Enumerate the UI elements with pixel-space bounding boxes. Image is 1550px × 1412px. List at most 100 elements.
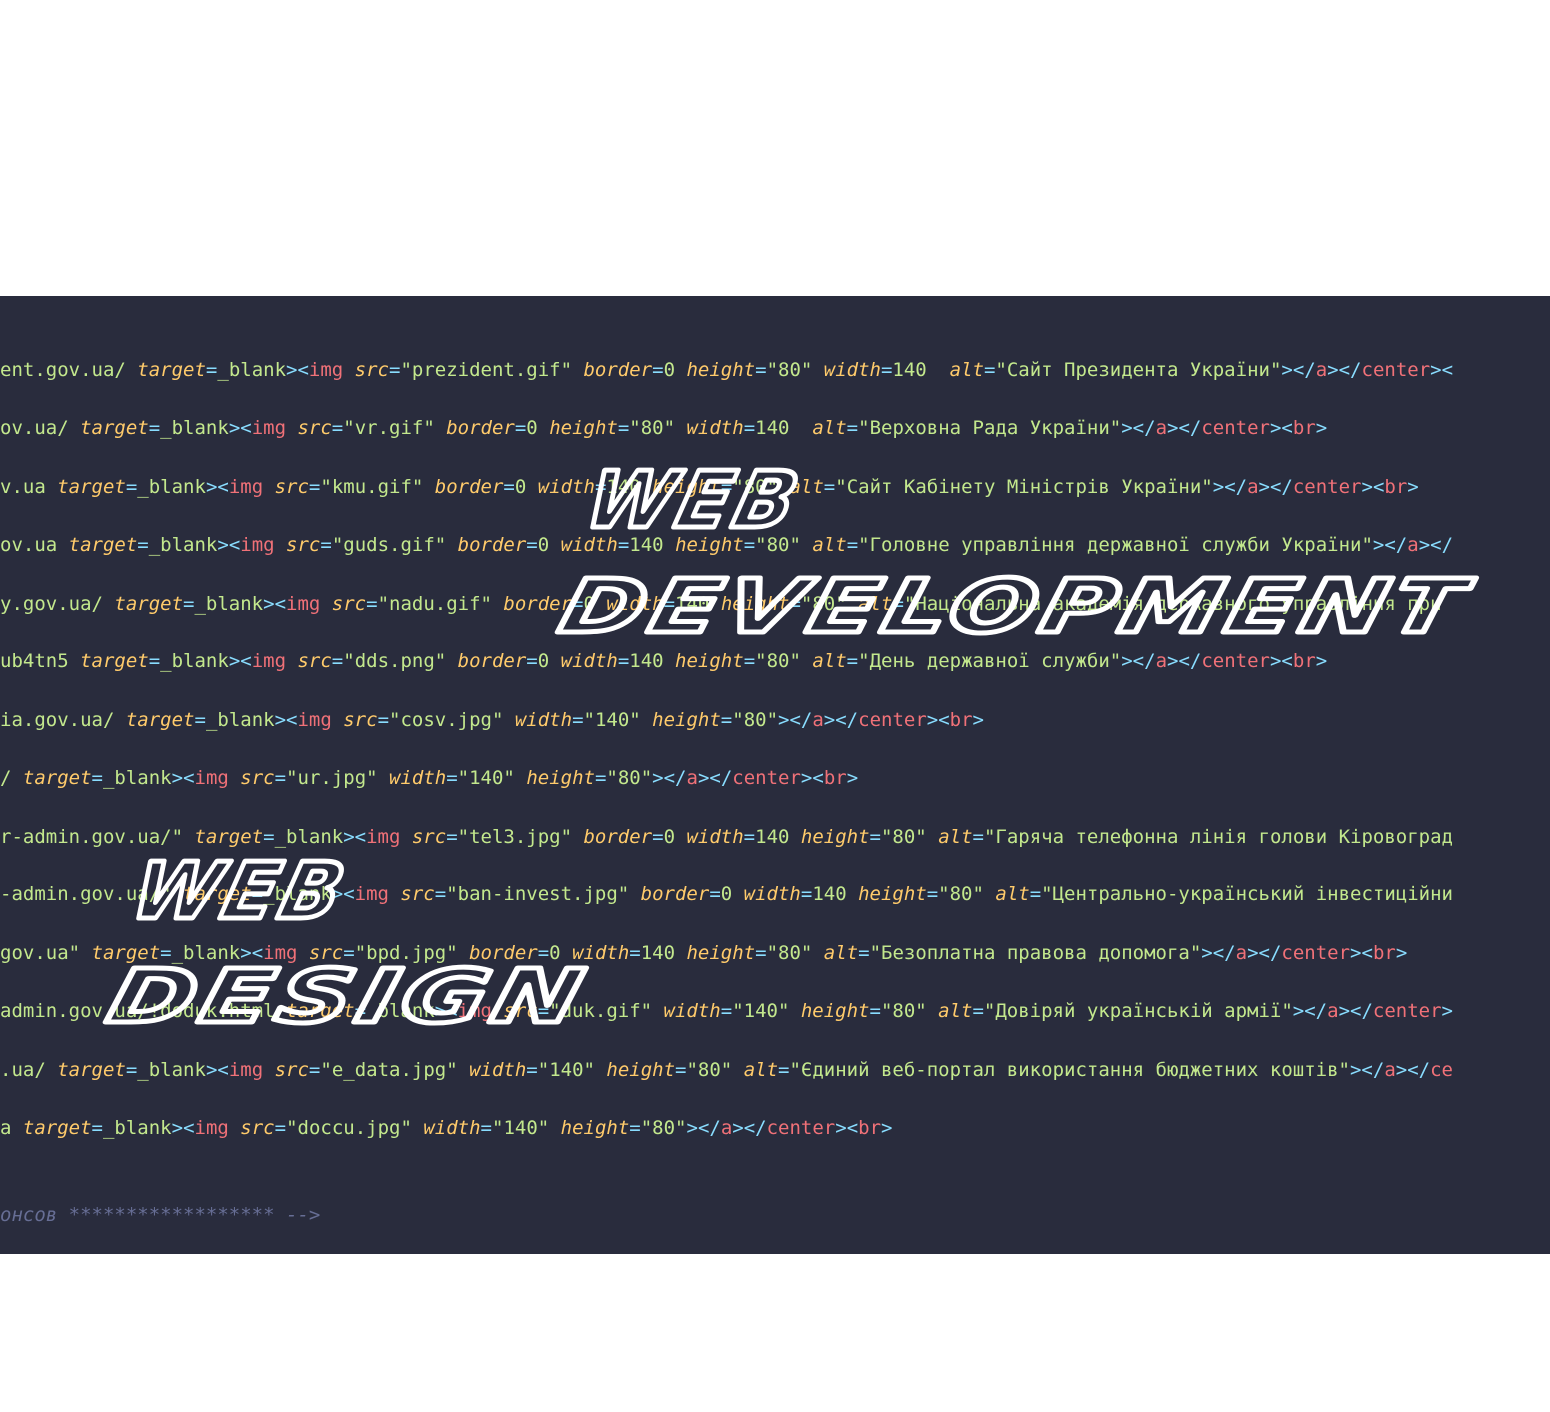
code-token: = (709, 883, 721, 905)
code-token: height (675, 534, 744, 556)
code-token: border (457, 650, 527, 672)
code-token: = (617, 650, 630, 672)
code-token: width (823, 359, 881, 381)
code-token: "80" (755, 650, 813, 672)
code-token: r-admin.gov.ua/" (0, 826, 195, 848)
code-token: = (148, 650, 161, 672)
code-token: src (411, 826, 447, 848)
code-token: width (606, 593, 664, 615)
code-token: width (686, 826, 744, 848)
code-token: a (1247, 476, 1259, 498)
code-token: img (240, 534, 287, 556)
code-token: _blank (171, 942, 241, 964)
code-token: = (251, 883, 264, 905)
code-token: "80" (640, 1117, 687, 1139)
code-token: br (1384, 476, 1408, 498)
code-token: ></ (1258, 476, 1293, 498)
code-token: target (125, 709, 195, 731)
code-token: y.gov.ua/ (0, 593, 115, 615)
code-token: >< (171, 1117, 195, 1139)
code-token: "doccu.jpg" (286, 1117, 424, 1139)
code-token: width (537, 476, 595, 498)
code-token: ia.gov.ua/ (0, 709, 126, 731)
code-token: height (800, 826, 870, 848)
code-token: >< (286, 359, 309, 381)
code-token: "dds.png" (343, 650, 458, 672)
code-token: = (331, 650, 344, 672)
code-token: height (549, 417, 618, 439)
code-token: "80" (732, 709, 779, 731)
code-token: target (80, 650, 149, 672)
code-token: = (274, 767, 287, 789)
code-token: a (1235, 942, 1248, 964)
code-token: = (526, 650, 538, 672)
code-token: = (434, 883, 447, 905)
code-token: >< (1350, 942, 1373, 964)
code-token: = (629, 1117, 641, 1139)
code-token: ></ (697, 767, 733, 789)
code-token: ></ (1121, 650, 1156, 672)
code-token: "80" (880, 1000, 939, 1022)
code-token: 0 (663, 359, 687, 381)
code-token: "Єдиний веб-портал використання бюджетни… (789, 1059, 1350, 1081)
code-token: alt (812, 650, 847, 672)
code-token: border (434, 476, 504, 498)
code-token: "e_data.jpg" (320, 1059, 470, 1081)
code-token: src (240, 1117, 275, 1139)
code-token: = (846, 417, 859, 439)
code-token: br (858, 1117, 882, 1139)
code-token: >< (228, 417, 252, 439)
code-token: br (823, 767, 847, 789)
code-token: 0 (583, 593, 607, 615)
code-token: center (1361, 359, 1431, 381)
code-token: >< (331, 883, 355, 905)
code-token: center (1201, 650, 1270, 672)
code-token: width (389, 767, 447, 789)
code-token: alt (812, 534, 847, 556)
code-token: 0 (720, 883, 744, 905)
code-token: v.ua (0, 476, 58, 498)
code-token: gov.ua" (0, 942, 92, 964)
code-token: = (366, 593, 378, 615)
code-token: img (228, 476, 275, 498)
code-token: width (572, 942, 630, 964)
code-token: = (869, 826, 881, 848)
code-token: img (354, 883, 401, 905)
code-token: br (1292, 650, 1316, 672)
code-token: img (297, 709, 344, 731)
code-token: src (343, 709, 378, 731)
code-token: = (720, 709, 733, 731)
code-token: "bpd.jpg" (354, 942, 470, 964)
code-token: ub4tn5 (0, 650, 81, 672)
code-token: "Верховна Рада України" (858, 417, 1122, 439)
code-token: >< (205, 476, 229, 498)
code-token: border (503, 593, 573, 615)
code-token: height (800, 1000, 870, 1022)
code-token: "80" (766, 942, 824, 964)
code-token: height (686, 942, 756, 964)
code-token: ent.gov.ua/ (0, 359, 138, 381)
code-token: = (983, 359, 996, 381)
code-token: target (80, 417, 149, 439)
code-token: >< (926, 709, 950, 731)
code-token: = (308, 1059, 321, 1081)
code-token: src (331, 593, 367, 615)
code-token: border (583, 826, 653, 848)
code-token: src (400, 883, 435, 905)
code-token: width (514, 709, 573, 731)
code-token: border (457, 534, 527, 556)
code-token: = (377, 709, 390, 731)
code-token: "ur.jpg" (286, 767, 390, 789)
code-token: = (320, 534, 332, 556)
code-token: "Безоплатна правова допомога" (869, 942, 1202, 964)
code-line: .ua/ target=_blank><img src="e_data.jpg"… (0, 1058, 1453, 1082)
code-line: -admin.gov.ua/" target=_blank><img src="… (0, 882, 1453, 906)
code-token: = (91, 1117, 103, 1139)
code-token: "80" (755, 534, 813, 556)
code-line: ub4tn5 target=_blank><img src="dds.png" … (0, 649, 1327, 673)
code-token: ></ (1121, 417, 1156, 439)
code-token: "80" (766, 359, 824, 381)
code-token: a (1155, 650, 1168, 672)
code-token: = (137, 534, 149, 556)
code-token: center (1201, 417, 1270, 439)
